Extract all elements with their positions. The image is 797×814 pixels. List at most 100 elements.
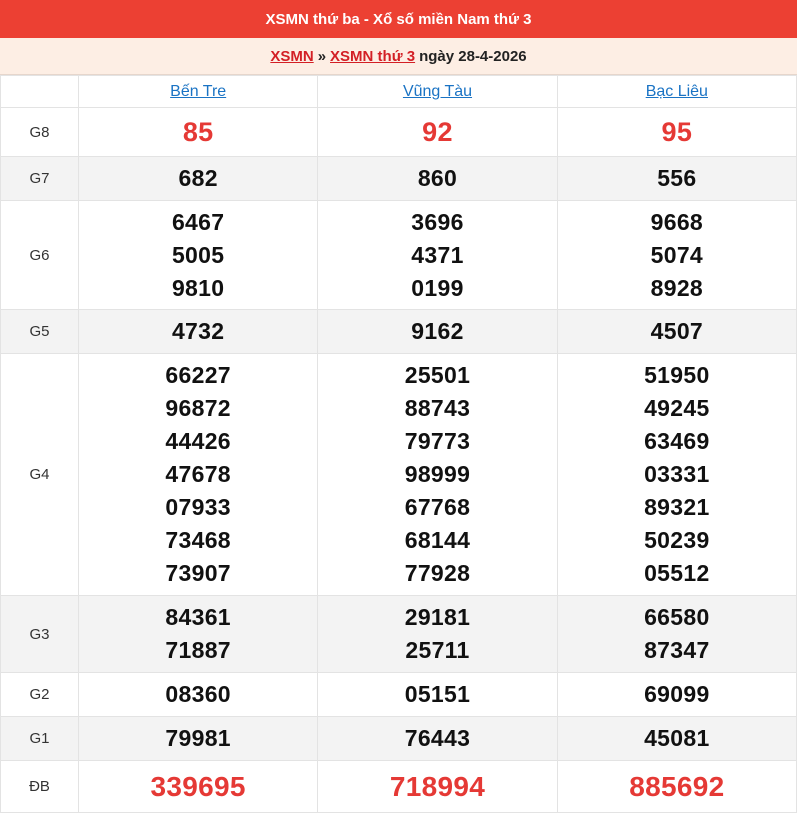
result-cell: 860 [317,156,558,201]
result-number: 4507 [650,318,704,344]
prize-label: G1 [0,716,79,761]
prize-row: G5 4732 9162 4507 [0,309,797,354]
result-cell: 84361 71887 [77,595,319,673]
result-cell: 92 [317,107,558,157]
result-cell: 6467 5005 9810 [77,200,319,310]
result-cell: 69099 [556,672,797,717]
result-cell: 05151 [317,672,558,717]
result-number: 03331 [644,461,710,487]
result-number: 45081 [644,725,710,751]
province-link-ben-tre[interactable]: Bến Tre [170,83,226,100]
result-number: 25501 [404,362,471,388]
result-cell: 9162 [317,309,558,354]
result-number: 98999 [404,461,471,487]
result-number: 50239 [644,527,710,553]
result-number: 718994 [389,770,486,802]
result-cell: 4732 [77,309,319,354]
result-number: 0199 [411,274,464,301]
result-number: 25711 [405,637,470,663]
result-cell: 95 [556,107,797,157]
result-number: 4732 [171,318,225,344]
result-number: 9162 [411,318,464,344]
result-number: 682 [178,165,218,191]
result-cell: 25501 88743 79773 98999 67768 68144 77928 [317,353,558,596]
result-cell: 79981 [77,716,319,761]
result-cell: 45081 [556,716,797,761]
province-header: Bến Tre [77,75,319,108]
result-number: 69099 [644,681,710,707]
draw-date: ngày 28-4-2026 [419,47,527,65]
result-number: 9810 [171,274,225,301]
province-header: Vũng Tàu [317,75,558,108]
prize-label: G2 [0,672,79,717]
result-number: 85 [182,116,214,147]
breadcrumb: XSMN » XSMN thứ 3 ngày 28-4-2026 [0,38,797,75]
prize-label: G4 [0,353,79,596]
result-number: 5005 [171,241,225,268]
result-number: 77928 [404,560,471,586]
result-cell: 4507 [556,309,797,354]
province-link-bac-lieu[interactable]: Bạc Liêu [646,83,708,100]
result-number: 08360 [165,681,231,707]
province-link-vung-tau[interactable]: Vũng Tàu [403,83,472,100]
result-number: 79773 [404,428,471,454]
result-number: 73468 [165,527,231,553]
result-number: 05512 [644,560,710,586]
prize-row: G8 85 92 95 [0,107,797,157]
result-cell: 339695 [77,760,319,813]
result-number: 79981 [165,725,231,751]
results-table: Bến Tre Vũng Tàu Bạc Liêu G8 85 92 95 G7 682 8… [0,75,797,813]
result-number: 88743 [404,395,471,421]
result-cell: 9668 5074 8928 [556,200,797,310]
result-number: 5074 [650,241,704,268]
result-cell: 76443 [317,716,558,761]
result-number: 67768 [404,494,471,520]
result-number: 87347 [644,637,710,663]
breadcrumb-link-xsmn-thu-3[interactable]: XSMN thứ 3 [330,48,415,65]
result-number: 51950 [644,362,710,388]
result-number: 49245 [644,395,710,421]
prize-row: G4 66227 96872 44426 47678 07933 73468 73907 255… [0,353,797,596]
breadcrumb-link-xsmn[interactable]: XSMN [270,48,313,65]
result-cell: 66580 87347 [556,595,797,673]
result-number: 76443 [404,725,471,751]
result-number: 860 [417,165,458,191]
result-cell: 885692 [556,760,797,813]
prize-row: ĐB 339695 718994 885692 [0,760,797,813]
result-cell: 682 [77,156,319,201]
result-cell: 3696 4371 0199 [317,200,558,310]
prize-row: G6 6467 5005 9810 3696 4371 0199 9668 5074 8928 [0,200,797,310]
result-cell: 08360 [77,672,319,717]
prize-row: G7 682 860 556 [0,156,797,201]
result-cell: 718994 [317,760,558,813]
result-number: 63469 [644,428,710,454]
result-cell: 29181 25711 [317,595,558,673]
result-number: 44426 [165,428,231,454]
result-number: 556 [657,165,697,191]
page-header: XSMN thứ ba - Xổ số miền Nam thứ 3 [0,0,797,38]
result-number: 71887 [165,637,231,663]
prize-label: G3 [0,595,79,673]
prize-label: G6 [0,200,79,310]
page-title: XSMN thứ ba - Xổ số miền Nam thứ 3 [265,10,532,28]
result-number: 92 [422,116,453,147]
result-cell: 556 [556,156,797,201]
result-cell: 66227 96872 44426 47678 07933 73468 73907 [77,353,319,596]
breadcrumb-separator: » [317,47,327,65]
corner-cell [0,75,79,108]
result-number: 96872 [165,395,231,421]
result-number: 05151 [404,681,471,707]
prize-row: G1 79981 76443 45081 [0,716,797,761]
result-number: 73907 [165,560,231,586]
result-number: 9668 [650,208,704,235]
result-number: 84361 [165,604,231,630]
result-number: 885692 [629,770,725,802]
result-number: 66580 [644,604,710,630]
province-header: Bạc Liêu [556,75,797,108]
prize-label: G7 [0,156,79,201]
prize-label: ĐB [0,760,79,813]
prize-row: G2 08360 05151 69099 [0,672,797,717]
result-number: 47678 [165,461,231,487]
result-number: 07933 [165,494,231,520]
result-number: 89321 [644,494,710,520]
